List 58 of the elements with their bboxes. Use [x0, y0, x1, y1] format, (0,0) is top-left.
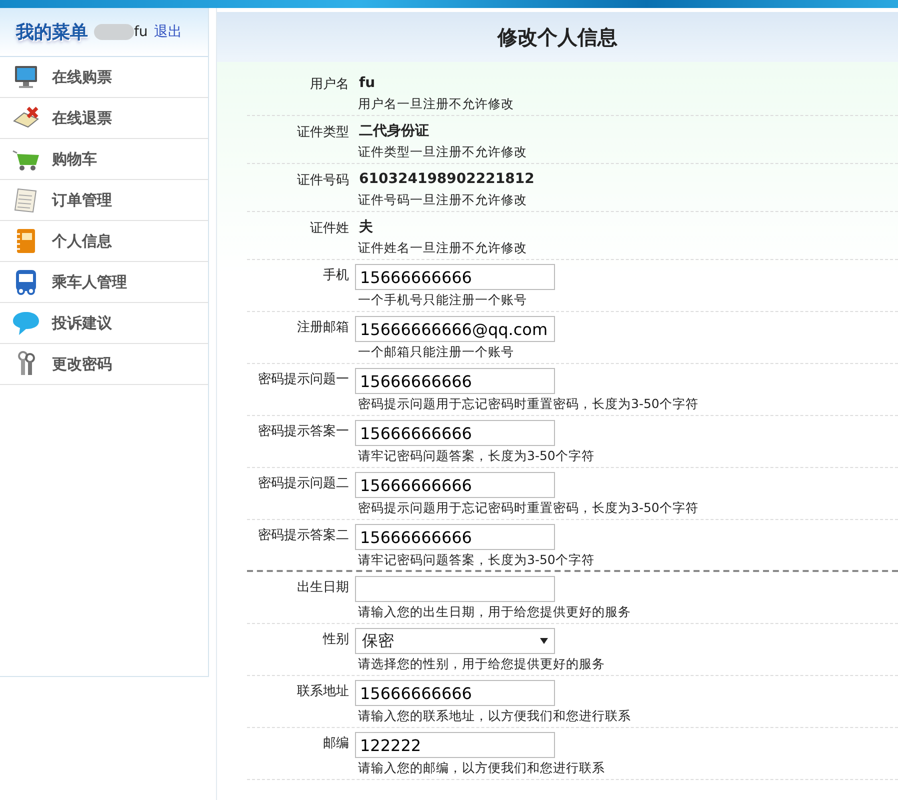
field-label: 用户名	[310, 76, 349, 94]
field-hint: 证件姓名一旦注册不允许修改	[357, 239, 527, 257]
input-field[interactable]: 15666666666	[355, 264, 555, 290]
field-value: 610324198902221812	[359, 171, 534, 187]
field-hint: 密码提示问题用于忘记密码时重置密码，长度为3-50个字符	[357, 395, 698, 413]
redaction-blur	[94, 24, 134, 40]
input-field[interactable]: 15666666666	[355, 680, 555, 706]
field-hint: 请输入您的出生日期，用于给您提供更好的服务	[357, 603, 631, 621]
field-label: 邮编	[323, 735, 349, 753]
field-hint: 请选择您的性别，用于给您提供更好的服务	[357, 655, 605, 673]
menu-title: 我的菜单	[16, 21, 88, 44]
logout-link[interactable]: 退出	[154, 23, 182, 41]
field-hint: 一个邮箱只能注册一个账号	[357, 343, 515, 361]
field-label: 出生日期	[297, 579, 349, 597]
sidebar-item[interactable]: 个人信息	[0, 221, 208, 262]
field-label: 性别	[323, 631, 349, 649]
field-value: 二代身份证	[359, 123, 429, 139]
input-field[interactable]: 15666666666	[355, 524, 555, 550]
input-field[interactable]: 15666666666	[355, 420, 555, 446]
field-label: 证件号码	[297, 172, 349, 190]
input-field[interactable]: 15666666666	[355, 368, 555, 394]
field-label: 密码提示问题一	[258, 371, 349, 389]
input-field[interactable]: 15666666666	[355, 472, 555, 498]
speech-bubble-icon	[12, 309, 40, 337]
field-label: 证件类型	[297, 124, 349, 142]
input-field[interactable]: 15666666666@qq.com	[355, 316, 555, 342]
field-hint: 请牢记密码问题答案，长度为3-50个字符	[357, 551, 594, 569]
field-label: 注册邮箱	[297, 319, 349, 337]
caret-icon	[540, 638, 548, 644]
field-value: 夫	[359, 219, 373, 235]
sidebar-item[interactable]: 在线购票	[0, 57, 208, 98]
username: fu	[134, 24, 148, 40]
field-hint: 证件类型一旦注册不允许修改	[357, 143, 527, 161]
page-title: 修改个人信息	[217, 12, 898, 62]
monitor-icon	[12, 63, 40, 91]
field-hint: 证件号码一旦注册不允许修改	[357, 191, 528, 209]
field-value: fu	[359, 75, 376, 91]
sidebar-item[interactable]: 投诉建议	[0, 303, 208, 344]
field-label: 密码提示问题二	[258, 475, 349, 493]
sidebar-item[interactable]: 更改密码	[0, 344, 208, 385]
field-hint: 密码提示问题用于忘记密码时重置密码，长度为3-50个字符	[357, 499, 698, 517]
field-label: 密码提示答案二	[258, 527, 349, 545]
field-label: 密码提示答案一	[258, 423, 349, 441]
field-hint: 一个手机号只能注册一个账号	[357, 291, 528, 309]
field-hint: 请输入您的邮编，以方便我们和您进行联系	[357, 759, 605, 777]
field-label: 联系地址	[297, 683, 349, 701]
sidebar-item[interactable]: 购物车	[0, 139, 208, 180]
sidebar-item[interactable]: 订单管理	[0, 180, 208, 221]
sidebar-item[interactable]: 在线退票	[0, 98, 208, 139]
field-label: 证件姓	[310, 220, 349, 238]
input-field[interactable]: 122222	[355, 732, 555, 758]
field-hint: 请牢记密码问题答案，长度为3-50个字符	[357, 447, 594, 465]
field-hint: 用户名一旦注册不允许修改	[357, 95, 514, 113]
input-field[interactable]	[355, 576, 555, 602]
sidebar-item[interactable]: 乘车人管理	[0, 262, 208, 303]
field-hint: 请输入您的联系地址，以方便我们和您进行联系	[357, 707, 631, 725]
gender-dropdown[interactable]: 保密	[355, 628, 555, 654]
field-label: 手机	[323, 267, 349, 285]
